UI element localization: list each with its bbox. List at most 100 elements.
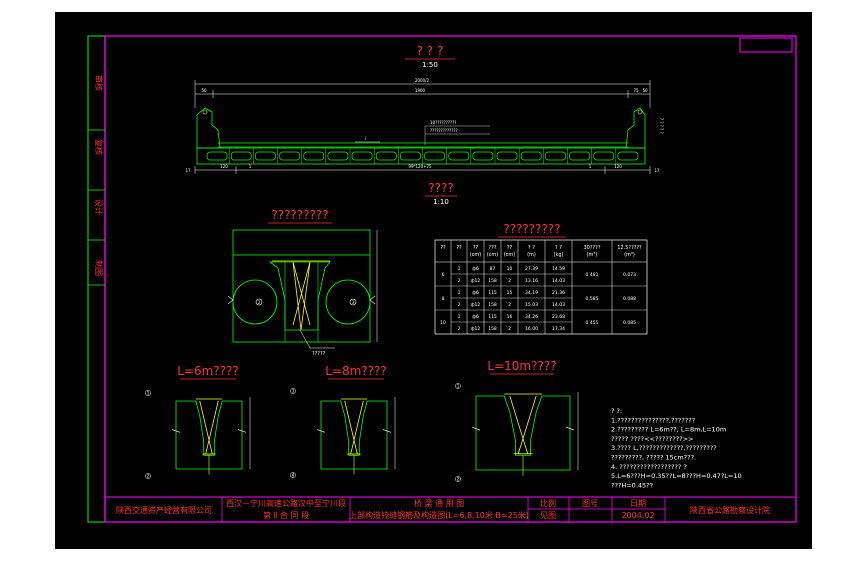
main-section-scale: 1:50 [422, 61, 438, 69]
table-cell: 87 [490, 266, 496, 272]
dim-bot-mid: 99*120+75 [408, 164, 432, 169]
detail-2-title: ???? [428, 181, 453, 195]
note-line: ???H=0.45?? [611, 481, 653, 489]
callout-number: 4 [292, 473, 295, 478]
table-cell: 0.481 [586, 272, 599, 278]
table-cell: 14.03 [552, 278, 565, 284]
table-cell: 1 [458, 266, 461, 272]
table-cell: 14.03 [552, 302, 565, 308]
detail-2-scale: 1:10 [433, 198, 449, 206]
dim-bot-120b: 120 [614, 164, 622, 169]
table-cell: ф6 [472, 314, 479, 320]
table-cell: 0.073 [623, 272, 636, 278]
callout-number: 3 [292, 389, 295, 394]
table-cell: ф12 [471, 302, 481, 308]
table-cell: 2 [458, 302, 461, 308]
table-cell: 15 [507, 290, 513, 296]
right-vertical-note: ? ? ? ? ? [659, 118, 664, 134]
sidebar-label-review: 审核 [94, 75, 104, 91]
deck-note-1: 10?????????? [430, 120, 456, 125]
table-cell: 10 [440, 320, 446, 326]
table-cell: 115 [488, 290, 497, 296]
dim-bot-1b: 1 [589, 164, 592, 169]
table-cell: ф12 [471, 326, 481, 332]
slope-label: i [365, 136, 366, 141]
tb-designer: 陕西省公路勘察设计院 [690, 505, 770, 515]
table-cell: 2 [508, 302, 511, 308]
tb-head-date: 日期 [630, 499, 646, 508]
table-cell: 115 [488, 314, 497, 320]
note-line: ? ?: [611, 407, 622, 415]
table-cell: 34.26 [525, 314, 538, 320]
tb-company: 陕西交通资产经营有限公司 [116, 505, 212, 515]
tb-head-scale: 比例 [540, 498, 556, 508]
dim-top-left: 50 [201, 88, 207, 93]
table-cell: 16 [507, 314, 513, 320]
joint-hole-label-b: 3 [352, 300, 355, 305]
note-line: 2.????????? L=6m??, L=8m,L=10m [611, 426, 726, 434]
span-8-title: L=8m???? [325, 364, 387, 378]
table-cell: ф6 [472, 290, 479, 296]
table-header-cell: ? ? (m) [527, 245, 536, 258]
sidebar-label-design: 设计 [94, 199, 104, 215]
cad-viewer-canvas: 审核 复核 设计 制图 ? ? ? 1:50 2000/2 50 1900 75… [0, 0, 867, 562]
drawing-background [55, 12, 812, 549]
table-cell: 2 [508, 326, 511, 332]
dim-bot-17b: 17 [654, 168, 660, 173]
dim-bot-120a: 120 [220, 164, 228, 169]
callout-number: 2 [147, 474, 150, 479]
table-cell: 1 [458, 290, 461, 296]
table-cell: 2 [458, 326, 461, 332]
table-cell: 0.088 [623, 296, 636, 302]
dim-bot-17a: 17 [185, 168, 191, 173]
dim-bot-1: 1 [249, 164, 252, 169]
table-cell: 21.36 [552, 290, 565, 296]
note-line: 3.???? L,?????????????,????????? [611, 444, 717, 452]
joint-hole-label-a: 2 [258, 300, 261, 305]
table-cell: 34.19 [525, 290, 538, 296]
table-cell: 0.085 [623, 320, 636, 326]
dim-total-width: 2000/2 [415, 78, 430, 83]
dim-top-r2: 50 [642, 88, 648, 93]
table-cell: 2 [458, 278, 461, 284]
table-cell: 158 [488, 278, 497, 284]
table-header-cell: ?? [456, 245, 462, 251]
callout-number: 1 [147, 391, 150, 396]
note-line: ????? ????<<????????>> [611, 435, 694, 443]
table-cell: 10 [507, 266, 513, 272]
tb-scale: 见图 [540, 511, 556, 520]
table-cell: 17.34 [552, 326, 565, 332]
table-cell: 27.39 [525, 266, 538, 272]
note-line: 5.L=6???H=0.35??L=8???H=0.47?L=10 [611, 472, 742, 480]
dim-top-mid: 1900 [415, 88, 426, 93]
joint-callout: ????? [312, 351, 326, 357]
table-cell: 2 [508, 278, 511, 284]
tb-drawing-2: 上部构造铰缝钢筋及构造图(L=6,8,10米 B=25米) [349, 510, 529, 520]
table-cell: ф12 [471, 278, 481, 284]
tb-date: 2004.02 [621, 511, 654, 520]
note-line: 1.???????????????,??????? [611, 416, 695, 424]
main-section-title: ? ? ? [417, 44, 444, 58]
table-cell: 0.455 [586, 320, 599, 326]
table-cell: 14.59 [552, 266, 565, 272]
note-line: ?????????, ????? 15cm???. [611, 454, 696, 462]
tb-project-1: 西汉－宁川高速公路汉中至宁川段 [226, 498, 346, 508]
tb-head-number: 图号 [582, 499, 598, 508]
table-cell: 0.585 [586, 296, 599, 302]
tb-project-2: 第 Ⅱ 合 同 段 [263, 510, 309, 520]
table-cell: ф6 [472, 266, 479, 272]
table-cell: 158 [488, 302, 497, 308]
span-10-title: L=10m???? [487, 359, 556, 373]
cad-drawing[interactable]: 审核 复核 设计 制图 ? ? ? 1:50 2000/2 50 1900 75… [0, 0, 867, 562]
callout-number: 1 [457, 384, 460, 389]
sidebar-label-check: 复核 [94, 139, 104, 155]
callout-number: 2 [457, 477, 460, 482]
tb-drawing-1: 桥 梁 通 用 图 [414, 498, 464, 508]
note-line: 4. ?????????????????? ? [611, 463, 687, 471]
dim-top-r1: 75 [633, 88, 639, 93]
table-cell: 15.03 [525, 302, 538, 308]
span-6-title: L=6m???? [177, 364, 239, 378]
joint-detail-title: ????????? [271, 208, 328, 222]
deck-note-2: ????????????? [430, 128, 458, 133]
table-cell: 8 [442, 296, 445, 302]
